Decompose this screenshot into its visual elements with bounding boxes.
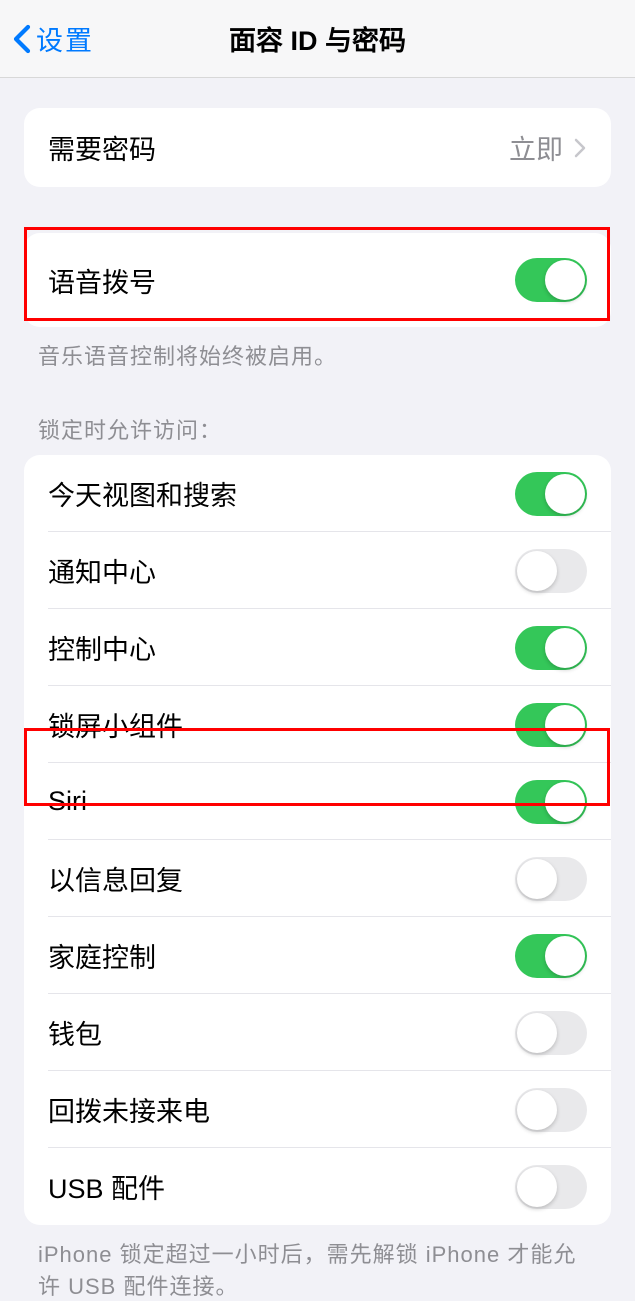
lock-access-row: 今天视图和搜索 bbox=[24, 455, 611, 532]
voice-dial-toggle[interactable] bbox=[515, 258, 587, 302]
page-title: 面容 ID 与密码 bbox=[229, 19, 406, 58]
lock-access-label: 回拨未接来电 bbox=[48, 1090, 210, 1129]
passcode-requirement-group: 需要密码 立即 bbox=[24, 108, 611, 187]
lock-access-row: 锁屏小组件 bbox=[24, 686, 611, 763]
voice-dial-footer: 音乐语音控制将始终被启用。 bbox=[0, 327, 635, 371]
lock-access-label: 今天视图和搜索 bbox=[48, 474, 237, 513]
require-passcode-value: 立即 bbox=[509, 128, 563, 167]
require-passcode-label: 需要密码 bbox=[48, 128, 156, 167]
voice-dial-row: 语音拨号 bbox=[24, 233, 611, 327]
lock-access-label: 通知中心 bbox=[48, 551, 156, 590]
lock-access-toggle[interactable] bbox=[515, 934, 587, 978]
lock-access-toggle[interactable] bbox=[515, 549, 587, 593]
lock-access-header: 锁定时允许访问： bbox=[0, 371, 635, 445]
lock-access-label: 控制中心 bbox=[48, 628, 156, 667]
lock-access-toggle[interactable] bbox=[515, 626, 587, 670]
lock-access-toggle[interactable] bbox=[515, 1088, 587, 1132]
lock-access-toggle[interactable] bbox=[515, 780, 587, 824]
voice-dial-group: 语音拨号 bbox=[24, 233, 611, 327]
navigation-bar: 设置 面容 ID 与密码 bbox=[0, 0, 635, 78]
lock-access-label: 家庭控制 bbox=[48, 936, 156, 975]
lock-access-toggle[interactable] bbox=[515, 857, 587, 901]
require-passcode-row[interactable]: 需要密码 立即 bbox=[24, 108, 611, 187]
lock-access-group: 今天视图和搜索通知中心控制中心锁屏小组件 Siri 以信息回复家庭控制钱包回拨未接来… bbox=[24, 455, 611, 1225]
lock-access-label: USB 配件 bbox=[48, 1167, 165, 1206]
lock-access-toggle[interactable] bbox=[515, 703, 587, 747]
lock-access-toggle[interactable] bbox=[515, 1165, 587, 1209]
chevron-right-icon bbox=[573, 137, 587, 159]
lock-access-label: 锁屏小组件 bbox=[48, 705, 183, 744]
lock-access-label: 钱包 bbox=[48, 1013, 102, 1052]
back-button[interactable]: 设置 bbox=[0, 19, 94, 58]
lock-access-toggle[interactable] bbox=[515, 1011, 587, 1055]
lock-access-toggle[interactable] bbox=[515, 472, 587, 516]
lock-access-footer: iPhone 锁定超过一小时后，需先解锁 iPhone 才能允许 USB 配件连… bbox=[0, 1225, 635, 1301]
voice-dial-label: 语音拨号 bbox=[48, 261, 156, 300]
chevron-left-icon bbox=[12, 24, 32, 54]
lock-access-row: 以信息回复 bbox=[24, 840, 611, 917]
lock-access-label: 以信息回复 bbox=[48, 859, 183, 898]
lock-access-label: Siri bbox=[48, 786, 87, 817]
lock-access-row: 回拨未接来电 bbox=[24, 1071, 611, 1148]
lock-access-row: 家庭控制 bbox=[24, 917, 611, 994]
lock-access-row: 钱包 bbox=[24, 994, 611, 1071]
lock-access-row: USB 配件 bbox=[24, 1148, 611, 1225]
lock-access-row: Siri bbox=[24, 763, 611, 840]
lock-access-row: 通知中心 bbox=[24, 532, 611, 609]
back-label: 设置 bbox=[36, 19, 94, 58]
lock-access-row: 控制中心 bbox=[24, 609, 611, 686]
